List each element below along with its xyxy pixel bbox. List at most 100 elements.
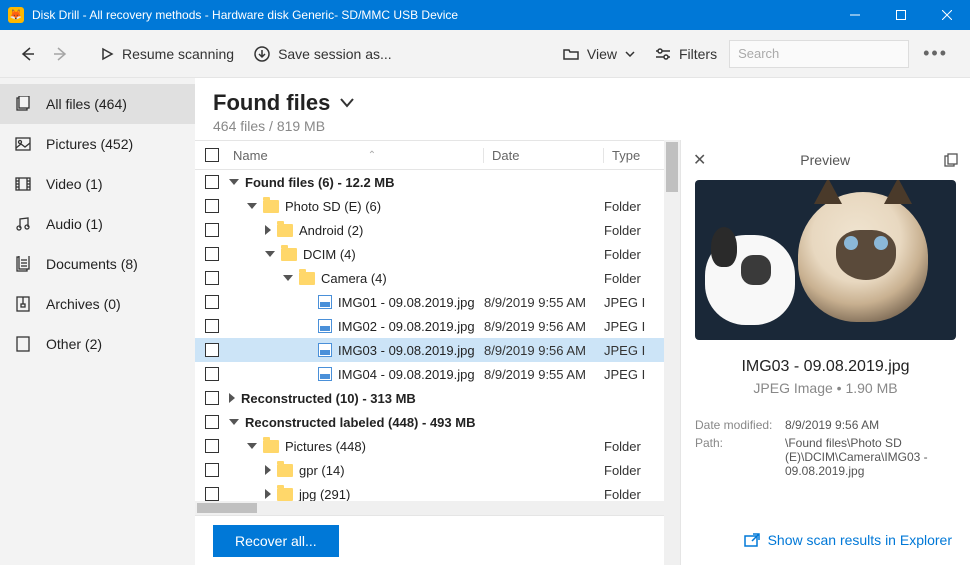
tree-row[interactable]: Pictures (448)Folder: [195, 434, 664, 458]
preview-image: [695, 180, 956, 340]
tree-row[interactable]: Reconstructed labeled (448) - 493 MB: [195, 410, 664, 434]
image-icon: [318, 319, 332, 333]
tree-row[interactable]: IMG04 - 09.08.2019.jpg8/9/2019 9:55 AMJP…: [195, 362, 664, 386]
row-checkbox[interactable]: [205, 343, 219, 357]
column-name[interactable]: Name⌃: [229, 148, 484, 163]
search-input[interactable]: Search: [729, 40, 909, 68]
tree-row[interactable]: Photo SD (E) (6)Folder: [195, 194, 664, 218]
expand-icon[interactable]: [229, 393, 235, 403]
row-name: Found files (6) - 12.2 MB: [245, 175, 395, 190]
view-button[interactable]: View: [555, 38, 643, 70]
modified-label: Date modified:: [695, 418, 785, 432]
expand-icon[interactable]: [265, 489, 271, 499]
copy-icon[interactable]: [944, 153, 958, 167]
row-name: IMG03 - 09.08.2019.jpg: [338, 343, 475, 358]
tree-row[interactable]: DCIM (4)Folder: [195, 242, 664, 266]
sidebar-item-other[interactable]: Other (2): [0, 324, 195, 364]
folder-icon: [277, 488, 293, 501]
row-type: JPEG I: [604, 319, 664, 334]
maximize-button[interactable]: [878, 0, 924, 30]
vertical-scrollbar[interactable]: [664, 140, 680, 565]
tree-row[interactable]: Reconstructed (10) - 313 MB: [195, 386, 664, 410]
tree-row[interactable]: gpr (14)Folder: [195, 458, 664, 482]
row-checkbox[interactable]: [205, 199, 219, 213]
more-button[interactable]: •••: [913, 38, 958, 70]
collapse-icon[interactable]: [247, 203, 257, 209]
row-name: Photo SD (E) (6): [285, 199, 381, 214]
row-type: Folder: [604, 487, 664, 502]
path-value: \Found files\Photo SD (E)\DCIM\Camera\IM…: [785, 436, 956, 478]
folder-icon: [299, 272, 315, 285]
column-date[interactable]: Date: [484, 148, 604, 163]
row-name: Reconstructed (10) - 313 MB: [241, 391, 416, 406]
row-checkbox[interactable]: [205, 439, 219, 453]
close-button[interactable]: [924, 0, 970, 30]
collapse-icon[interactable]: [265, 251, 275, 257]
row-checkbox[interactable]: [205, 367, 219, 381]
sliders-icon: [655, 47, 671, 61]
tree-row[interactable]: Found files (6) - 12.2 MB: [195, 170, 664, 194]
horizontal-scrollbar[interactable]: [195, 501, 664, 515]
page-title: Found files: [213, 90, 952, 116]
row-checkbox[interactable]: [205, 247, 219, 261]
chevron-down-icon[interactable]: [340, 98, 354, 108]
collapse-icon[interactable]: [229, 179, 239, 185]
forward-button[interactable]: [46, 38, 76, 70]
row-checkbox[interactable]: [205, 271, 219, 285]
back-button[interactable]: [12, 38, 42, 70]
expand-icon[interactable]: [265, 465, 271, 475]
row-checkbox[interactable]: [205, 463, 219, 477]
tree-row[interactable]: IMG01 - 09.08.2019.jpg8/9/2019 9:55 AMJP…: [195, 290, 664, 314]
toolbar: Resume scanning Save session as... View …: [0, 30, 970, 78]
close-preview-button[interactable]: ✕: [693, 150, 706, 170]
row-checkbox[interactable]: [205, 295, 219, 309]
tree-row[interactable]: Android (2)Folder: [195, 218, 664, 242]
row-checkbox[interactable]: [205, 175, 219, 189]
tree-row[interactable]: Camera (4)Folder: [195, 266, 664, 290]
row-name: Pictures (448): [285, 439, 366, 454]
preview-filename: IMG03 - 09.08.2019.jpg: [681, 358, 970, 376]
tree-row[interactable]: IMG02 - 09.08.2019.jpg8/9/2019 9:56 AMJP…: [195, 314, 664, 338]
sidebar-item-all-files[interactable]: All files (464): [0, 84, 195, 124]
tree-row[interactable]: jpg (291)Folder: [195, 482, 664, 501]
tree-row[interactable]: IMG03 - 09.08.2019.jpg8/9/2019 9:56 AMJP…: [195, 338, 664, 362]
sidebar-item-documents[interactable]: Documents (8): [0, 244, 195, 284]
folder-icon: [277, 224, 293, 237]
image-icon: [318, 343, 332, 357]
collapse-icon[interactable]: [229, 419, 239, 425]
expand-icon[interactable]: [265, 225, 271, 235]
play-icon: [100, 47, 114, 61]
folder-icon: [281, 248, 297, 261]
row-name: Android (2): [299, 223, 363, 238]
sidebar-item-video[interactable]: Video (1): [0, 164, 195, 204]
minimize-button[interactable]: [832, 0, 878, 30]
folder-icon: [263, 440, 279, 453]
audio-icon: [14, 216, 32, 232]
files-icon: [14, 96, 32, 112]
show-in-explorer-button[interactable]: Show scan results in Explorer: [744, 532, 952, 548]
row-type: JPEG I: [604, 343, 664, 358]
other-icon: [14, 336, 32, 352]
row-checkbox[interactable]: [205, 223, 219, 237]
row-name: IMG02 - 09.08.2019.jpg: [338, 319, 475, 334]
sidebar-item-archives[interactable]: Archives (0): [0, 284, 195, 324]
resume-scanning-button[interactable]: Resume scanning: [92, 38, 242, 70]
row-checkbox[interactable]: [205, 487, 219, 501]
filters-button[interactable]: Filters: [647, 38, 725, 70]
collapse-icon[interactable]: [283, 275, 293, 281]
select-all-checkbox[interactable]: [205, 148, 219, 162]
row-checkbox[interactable]: [205, 391, 219, 405]
row-checkbox[interactable]: [205, 415, 219, 429]
path-label: Path:: [695, 436, 785, 478]
file-tree: Found files (6) - 12.2 MB Photo SD (E) (6…: [195, 170, 664, 501]
row-checkbox[interactable]: [205, 319, 219, 333]
collapse-icon[interactable]: [247, 443, 257, 449]
sidebar-item-audio[interactable]: Audio (1): [0, 204, 195, 244]
save-session-button[interactable]: Save session as...: [246, 38, 400, 70]
sidebar-item-pictures[interactable]: Pictures (452): [0, 124, 195, 164]
recover-all-button[interactable]: Recover all...: [213, 525, 339, 557]
column-type[interactable]: Type: [604, 148, 664, 163]
sidebar: All files (464) Pictures (452) Video (1)…: [0, 78, 195, 565]
export-icon: [744, 533, 760, 547]
image-icon: [318, 367, 332, 381]
